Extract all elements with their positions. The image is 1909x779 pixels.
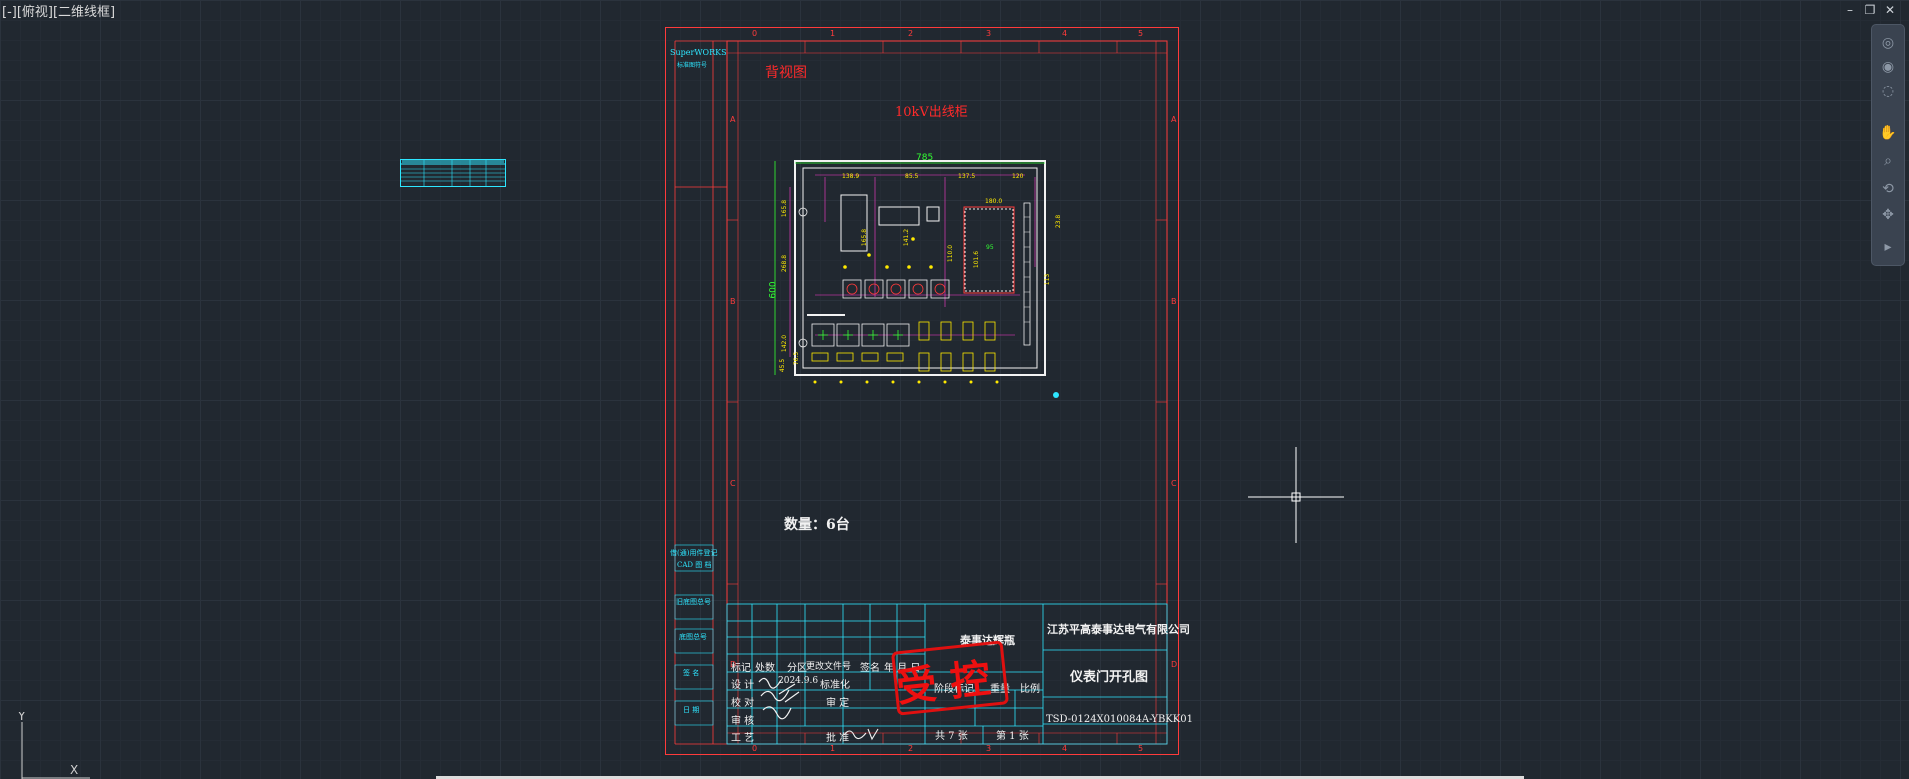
side-label: 借(通)用件登记 xyxy=(670,549,718,557)
ruler-side: C xyxy=(1171,479,1177,488)
approve-label: 审 定 xyxy=(826,698,850,709)
ruler-top: 2 xyxy=(908,29,914,38)
svg-text:Y: Y xyxy=(17,712,26,723)
crosshair-cursor xyxy=(1248,447,1344,543)
brand-line1: SuperWORKS xyxy=(670,48,727,57)
row-label: 设 计 xyxy=(731,680,755,691)
ruler-bottom: 0 xyxy=(752,744,758,753)
cabinet-name: 10kV出线柜 xyxy=(895,105,968,120)
rev-header: 标记 xyxy=(731,663,751,674)
orbit-icon[interactable]: ◌ xyxy=(1878,81,1898,101)
steering-wheel-icon[interactable]: ◎ xyxy=(1878,33,1898,53)
viewport-window-controls: – ❐ ✕ xyxy=(1843,3,1897,17)
scale-label: 比例 xyxy=(1020,684,1040,695)
drawing-title: 仪表门开孔图 xyxy=(1070,670,1149,685)
ruler-top: 4 xyxy=(1062,29,1068,38)
left-dim: 142.0 xyxy=(781,334,789,353)
top-dim: 120 xyxy=(1012,173,1024,180)
rev-header: 签名 xyxy=(860,663,880,674)
side-label: CAD 图 档 xyxy=(677,561,712,569)
top-dim: 180.0 xyxy=(985,198,1003,205)
view-title: 背视图 xyxy=(765,65,807,81)
top-dim: 137.5 xyxy=(958,173,976,180)
side-label: 日 期 xyxy=(683,706,700,714)
inner-dim: 95 xyxy=(986,244,994,251)
drawing-number: TSD-0124X010084A-YBKK01 xyxy=(1046,714,1193,725)
ruler-bottom: 5 xyxy=(1138,744,1144,753)
top-dim: 138.9 xyxy=(842,173,860,180)
ruler-side: C xyxy=(730,479,736,488)
height-dimension: 600 xyxy=(768,281,779,299)
legend-table[interactable] xyxy=(400,159,506,187)
ruler-side: D xyxy=(1171,660,1178,669)
side-label: 签 名 xyxy=(683,669,700,677)
width-dimension: 785 xyxy=(916,153,934,163)
inner-dim: 101.6 xyxy=(973,250,981,269)
ruler-side: A xyxy=(1171,115,1177,124)
right-dim: 113 xyxy=(1044,273,1052,286)
sheet-number: 第 1 张 xyxy=(996,731,1029,742)
left-dim: 45.5 xyxy=(779,358,787,373)
ruler-side: A xyxy=(730,115,736,124)
signature-marks xyxy=(758,677,800,720)
inner-dim: 110.0 xyxy=(947,244,955,263)
steering-wheel-icon[interactable]: ◉ xyxy=(1878,57,1898,77)
row-label: 工 艺 xyxy=(731,733,755,744)
ruler-top: 0 xyxy=(752,29,758,38)
ruler-top: 5 xyxy=(1138,29,1144,38)
ruler-bottom: 1 xyxy=(830,744,836,753)
ruler-bottom: 2 xyxy=(908,744,914,753)
top-dim: 85.5 xyxy=(905,173,919,180)
close-icon[interactable]: ✕ xyxy=(1883,3,1897,17)
row-label: 审 核 xyxy=(731,716,755,727)
panel-outline xyxy=(774,160,1059,398)
quantity-label: 数量：6台 xyxy=(784,517,850,533)
navigation-bar: ◎ ◉ ◌ ✋ ⌕ ⟲ ✥ ▸ xyxy=(1871,24,1905,266)
ruler-side: B xyxy=(1171,297,1177,306)
sheets-total: 共 7 张 xyxy=(935,731,968,742)
viewport-label[interactable]: [-][俯视][二维线框] xyxy=(2,1,115,20)
controlled-stamp-text: 受控 xyxy=(894,653,1007,712)
svg-text:X: X xyxy=(70,763,78,777)
signature-marks xyxy=(843,728,879,741)
zoom-icon[interactable]: ⌕ xyxy=(1878,151,1898,171)
row-label: 校 对 xyxy=(731,698,755,709)
drawing-sheet[interactable] xyxy=(665,27,1179,755)
restore-icon[interactable]: ❐ xyxy=(1863,3,1877,17)
ruler-bottom: 3 xyxy=(986,744,992,753)
side-label: 底图总号 xyxy=(679,633,707,641)
inner-dim: 165.8 xyxy=(861,228,869,247)
left-dim: 76.5 xyxy=(793,351,801,366)
std-label: 标准化 xyxy=(820,680,850,691)
inner-dim: 141.2 xyxy=(903,228,911,247)
pan-icon[interactable]: ✥ xyxy=(1878,205,1898,225)
showmotion-icon[interactable]: ▸ xyxy=(1878,237,1898,257)
right-dim: 23.8 xyxy=(1055,214,1063,229)
ruler-bottom: 4 xyxy=(1062,744,1068,753)
ruler-top: 1 xyxy=(830,29,836,38)
ucs-icon: Y X xyxy=(17,712,90,779)
company-name: 江苏平高泰事达电气有限公司 xyxy=(1047,623,1190,636)
left-dim: 165.8 xyxy=(781,199,789,218)
side-label: 旧底图总号 xyxy=(676,598,711,606)
ruler-top: 3 xyxy=(986,29,992,38)
brand-line2: 标准图符号 xyxy=(677,62,708,69)
rev-header: 更改文件号 xyxy=(806,662,852,672)
minimize-icon[interactable]: – xyxy=(1843,3,1857,17)
orbit-icon[interactable]: ⟲ xyxy=(1878,179,1898,199)
left-dim: 268.8 xyxy=(781,254,789,273)
ruler-side: B xyxy=(730,297,736,306)
pan-icon[interactable]: ✋ xyxy=(1878,123,1898,143)
